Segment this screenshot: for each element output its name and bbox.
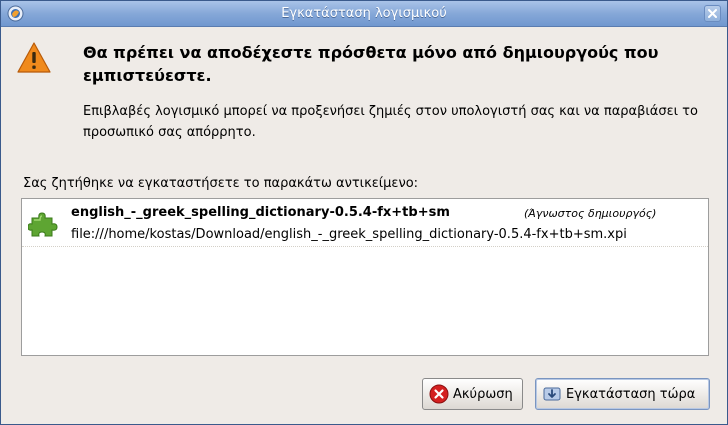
warning-icon <box>17 42 51 73</box>
install-icon <box>543 387 561 401</box>
cancel-button[interactable]: Ακύρωση <box>422 378 523 410</box>
list-label: Σας ζητήθηκε να εγκαταστήσετε το παρακάτ… <box>23 176 419 191</box>
install-items-list[interactable]: english_-_greek_spelling_dictionary-0.5.… <box>21 198 709 356</box>
install-now-button[interactable]: Εγκατάσταση τώρα <box>535 378 710 410</box>
title-bar[interactable]: Εγκατάσταση λογισμικού <box>1 1 727 27</box>
warning-description: Επιβλαβές λογισμικό μπορεί να προξενήσει… <box>83 104 698 140</box>
window-title: Εγκατάσταση λογισμικού <box>281 6 447 21</box>
close-icon <box>708 9 717 18</box>
install-now-button-label: Εγκατάσταση τώρα <box>566 386 696 402</box>
puzzle-piece-icon <box>28 212 58 237</box>
item-author: (Άγνωστος δημιουργός) <box>524 207 657 220</box>
warning-headline: Θα πρέπει να αποδέχεστε πρόσθετα μόνο απ… <box>83 43 659 85</box>
cancel-icon <box>429 384 449 404</box>
item-url: file:///home/kostas/Download/english_-_g… <box>71 227 627 242</box>
window-close-button[interactable] <box>704 5 721 22</box>
list-item[interactable]: english_-_greek_spelling_dictionary-0.5.… <box>22 199 708 247</box>
install-dialog: Εγκατάσταση λογισμικού Θα πρέπει να αποδ… <box>0 0 728 425</box>
item-name: english_-_greek_spelling_dictionary-0.5.… <box>71 205 450 220</box>
cancel-button-label: Ακύρωση <box>453 386 513 402</box>
